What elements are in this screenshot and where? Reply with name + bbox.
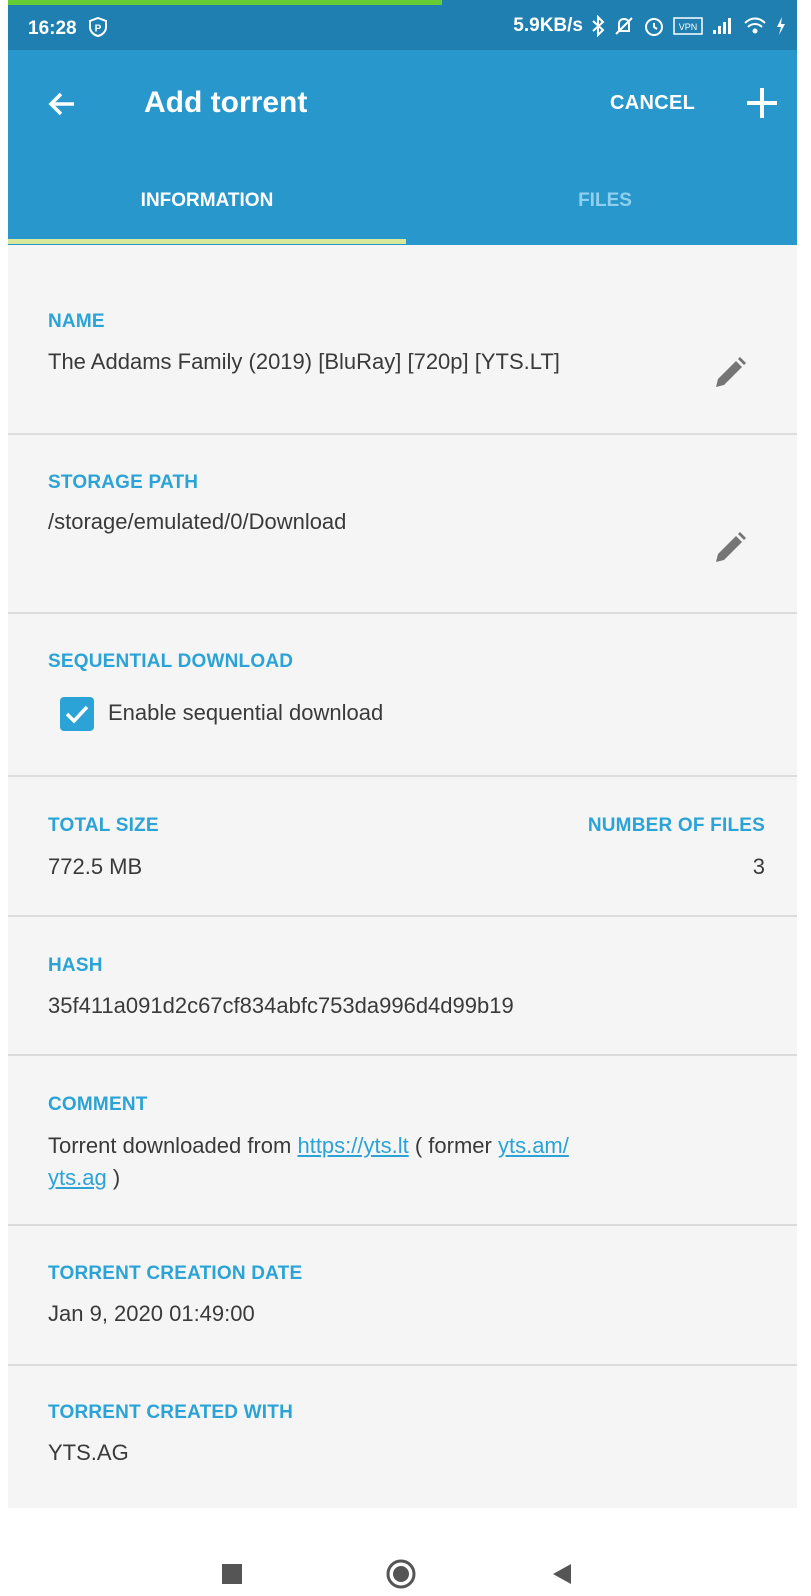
- app-frame: 16:28 P 5.9KB/s VPN Add torrent CANCEL I…: [8, 0, 797, 1596]
- created-with-value: YTS.AG: [48, 1440, 129, 1465]
- status-time: 16:28: [28, 18, 77, 39]
- status-bar: 16:28 P 5.9KB/s VPN: [8, 0, 797, 50]
- storage-path-section: STORAGE PATH /storage/emulated/0/Downloa…: [8, 435, 797, 614]
- tab-indicator: [8, 239, 406, 244]
- edit-storage-path-pencil-icon[interactable]: [710, 528, 750, 568]
- tab-files-label: FILES: [578, 190, 632, 211]
- total-size-label: TOTAL SIZE: [48, 815, 159, 836]
- vpn-icon: VPN: [673, 17, 703, 35]
- created-with-section: TORRENT CREATED WITH YTS.AG: [8, 1366, 797, 1508]
- name-section: NAME The Addams Family (2019) [BluRay] […: [8, 245, 797, 435]
- status-icons: 5.9KB/s VPN: [513, 15, 787, 37]
- name-label: NAME: [48, 311, 105, 332]
- svg-text:VPN: VPN: [679, 22, 698, 32]
- comment-section: COMMENT Torrent downloaded from https://…: [8, 1056, 797, 1226]
- hash-label: HASH: [48, 955, 103, 976]
- created-with-label: TORRENT CREATED WITH: [48, 1402, 294, 1423]
- total-size-value: 772.5 MB: [48, 854, 143, 879]
- tab-information[interactable]: INFORMATION: [8, 172, 406, 245]
- storage-path-value: /storage/emulated/0/Download: [48, 509, 347, 534]
- status-download-progress: [8, 0, 442, 5]
- number-of-files-value: 3: [752, 854, 765, 879]
- comment-text-after: ): [106, 1165, 121, 1190]
- hash-value: 35f411a091d2c67cf834abfc753da996d4d99b19: [48, 993, 514, 1018]
- creation-date-value: Jan 9, 2020 01:49:00: [48, 1301, 255, 1326]
- creation-date-label: TORRENT CREATION DATE: [48, 1263, 303, 1284]
- comment-label: COMMENT: [48, 1094, 148, 1115]
- sequential-download-checkbox[interactable]: [60, 697, 94, 731]
- app-bar: Add torrent CANCEL INFORMATION FILES: [8, 50, 797, 245]
- edit-name-pencil-icon[interactable]: [710, 353, 750, 393]
- size-section: TOTAL SIZE 772.5 MB NUMBER OF FILES 3: [8, 777, 797, 917]
- tab-files[interactable]: FILES: [406, 172, 804, 245]
- sequential-download-section: SEQUENTIAL DOWNLOAD Enable sequential do…: [8, 614, 797, 777]
- p-badge-icon: P: [89, 17, 107, 37]
- number-of-files-label: NUMBER OF FILES: [587, 815, 765, 836]
- charging-icon: [777, 17, 785, 35]
- sequential-download-label: SEQUENTIAL DOWNLOAD: [48, 651, 294, 672]
- bluetooth-icon: [592, 15, 605, 37]
- alarm-icon: [645, 18, 663, 36]
- checkmark-icon: [65, 705, 89, 724]
- creation-date-section: TORRENT CREATION DATE Jan 9, 2020 01:49:…: [8, 1226, 797, 1366]
- comment-link-yts-am[interactable]: yts.am/: [498, 1133, 569, 1158]
- name-value: The Addams Family (2019) [BluRay] [720p]…: [48, 349, 560, 374]
- comment-value: Torrent downloaded from https://yts.lt (…: [48, 1130, 708, 1194]
- wifi-icon: [744, 17, 766, 34]
- status-speed: 5.9KB/s: [513, 15, 583, 36]
- comment-text-before: Torrent downloaded from: [48, 1133, 298, 1158]
- cancel-button[interactable]: CANCEL: [610, 92, 695, 115]
- svg-text:P: P: [95, 24, 102, 35]
- plus-icon[interactable]: [743, 84, 781, 122]
- comment-link-yts-lt[interactable]: https://yts.lt: [297, 1133, 408, 1158]
- comment-link-yts-ag[interactable]: yts.ag: [48, 1165, 107, 1190]
- home-circle-icon[interactable]: [385, 1558, 417, 1590]
- page-title: Add torrent: [144, 86, 308, 119]
- signal-icon: [713, 18, 731, 34]
- storage-path-label: STORAGE PATH: [48, 472, 199, 493]
- tab-information-label: INFORMATION: [140, 190, 274, 211]
- back-triangle-icon[interactable]: [549, 1561, 575, 1587]
- mute-icon: [615, 17, 633, 35]
- hash-section: HASH 35f411a091d2c67cf834abfc753da996d4d…: [8, 917, 797, 1056]
- arrow-back-icon[interactable]: [44, 86, 80, 122]
- sequential-download-checkbox-label[interactable]: Enable sequential download: [108, 700, 383, 726]
- comment-text-middle: ( former: [408, 1133, 498, 1158]
- recents-square-icon[interactable]: [222, 1564, 242, 1584]
